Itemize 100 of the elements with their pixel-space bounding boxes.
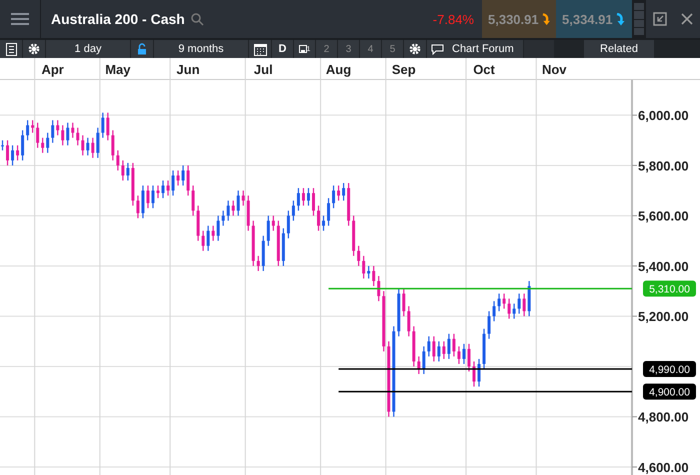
price-candle bbox=[121, 160, 124, 181]
price-candle bbox=[41, 138, 44, 153]
price-line-label: 4,900.00 bbox=[643, 384, 696, 400]
price-candle bbox=[222, 210, 225, 226]
price-candle bbox=[1, 140, 4, 150]
price-candle bbox=[11, 145, 14, 166]
calendar-icon[interactable] bbox=[249, 40, 271, 58]
ref-line-label: 4,990.00 bbox=[649, 364, 690, 376]
price-candle bbox=[312, 188, 315, 216]
price-candle bbox=[162, 180, 165, 198]
month-label: Jun bbox=[176, 62, 200, 77]
price-candle bbox=[478, 358, 481, 387]
price-candle bbox=[352, 216, 356, 256]
price-candle bbox=[492, 301, 496, 322]
price-candle bbox=[232, 200, 235, 216]
price-candle bbox=[61, 125, 64, 146]
window-title: Australia 200 - Cash bbox=[50, 11, 185, 27]
price-candle bbox=[332, 186, 336, 208]
price-candle bbox=[242, 190, 245, 206]
price-candle bbox=[136, 196, 140, 218]
price-candle bbox=[372, 266, 376, 286]
price-candle bbox=[447, 334, 450, 359]
price-axis-label: 5,200.00 bbox=[638, 309, 689, 324]
price-candle bbox=[337, 186, 340, 201]
list-icon[interactable] bbox=[0, 40, 22, 58]
price-candle bbox=[306, 188, 310, 206]
price-candle bbox=[176, 170, 180, 186]
month-label: Sep bbox=[392, 62, 416, 77]
price-candle bbox=[282, 228, 285, 266]
price-candle bbox=[202, 230, 205, 251]
price-candle bbox=[498, 294, 501, 312]
price-candle bbox=[156, 186, 160, 198]
settings-icon[interactable] bbox=[23, 40, 45, 58]
price-candle bbox=[377, 276, 380, 302]
price-candle bbox=[71, 122, 74, 138]
settings-icon[interactable] bbox=[404, 40, 426, 58]
price-candle bbox=[382, 291, 386, 352]
price-candle bbox=[182, 165, 185, 186]
price-candle bbox=[16, 145, 20, 160]
price-candle bbox=[362, 256, 366, 279]
price-candle bbox=[126, 162, 130, 181]
price-axis-label: 5,400.00 bbox=[638, 258, 689, 274]
price-candle bbox=[56, 120, 60, 136]
price-candle bbox=[472, 361, 476, 387]
price-candle bbox=[296, 188, 300, 211]
price-candle bbox=[342, 183, 346, 201]
price-candle bbox=[407, 306, 410, 336]
price-candle bbox=[508, 298, 511, 319]
price-candle bbox=[91, 138, 94, 158]
price-candle bbox=[111, 130, 114, 160]
price-axis-label: 4,600.00 bbox=[638, 460, 689, 475]
price-candle bbox=[96, 128, 100, 158]
price-candle bbox=[236, 190, 240, 216]
price-candle bbox=[488, 311, 491, 339]
price-candle bbox=[116, 150, 120, 170]
price-candle bbox=[437, 341, 440, 362]
price-candle bbox=[272, 216, 275, 231]
price-candle bbox=[31, 120, 34, 133]
search-icon[interactable] bbox=[190, 12, 204, 26]
price-candle bbox=[46, 132, 50, 153]
price-candle bbox=[327, 198, 330, 226]
price-candle bbox=[397, 288, 400, 336]
interval-dropdown[interactable]: 1 day bbox=[46, 40, 130, 58]
lock-icon[interactable] bbox=[131, 40, 153, 58]
month-label: Aug bbox=[326, 62, 352, 77]
range-dropdown[interactable]: 9 months bbox=[154, 40, 248, 58]
price-candle bbox=[412, 326, 416, 366]
period-button[interactable]: D bbox=[272, 40, 293, 58]
save-slot-button[interactable]: 1 bbox=[294, 40, 315, 58]
month-label: Apr bbox=[41, 62, 64, 77]
price-candle bbox=[427, 336, 430, 356]
price-candle bbox=[81, 135, 84, 156]
price-candle bbox=[192, 186, 195, 216]
price-axis-label: 5,600.00 bbox=[638, 208, 689, 224]
related-tab[interactable]: Related bbox=[584, 40, 654, 58]
price-candle bbox=[246, 196, 250, 231]
chart-forum-button[interactable]: Chart Forum bbox=[427, 40, 523, 58]
price-candle bbox=[442, 341, 446, 359]
price-axis-label: 6,000.00 bbox=[638, 108, 689, 124]
price-candle bbox=[76, 128, 80, 146]
price-candle bbox=[86, 138, 90, 156]
price-candle bbox=[276, 220, 280, 266]
price-candle bbox=[266, 216, 270, 246]
price-axis-label: 5,800.00 bbox=[638, 158, 689, 174]
price-candle bbox=[226, 200, 230, 221]
price-line-label: 5,310.00 bbox=[643, 280, 696, 297]
price-candle bbox=[26, 120, 30, 140]
price-candle bbox=[101, 112, 104, 138]
horizontal-line[interactable] bbox=[338, 390, 632, 392]
price-candle bbox=[51, 120, 54, 143]
price-candle bbox=[36, 122, 40, 148]
price-candle bbox=[256, 256, 260, 271]
curved-arrow-icon bbox=[616, 12, 625, 26]
price-line-label: 4,990.00 bbox=[643, 361, 696, 377]
price-candle bbox=[166, 180, 170, 196]
price-candle bbox=[402, 288, 406, 316]
horizontal-line[interactable] bbox=[338, 368, 632, 370]
price-candle bbox=[146, 186, 150, 208]
price-candle bbox=[347, 183, 350, 226]
month-label: Oct bbox=[473, 62, 495, 77]
